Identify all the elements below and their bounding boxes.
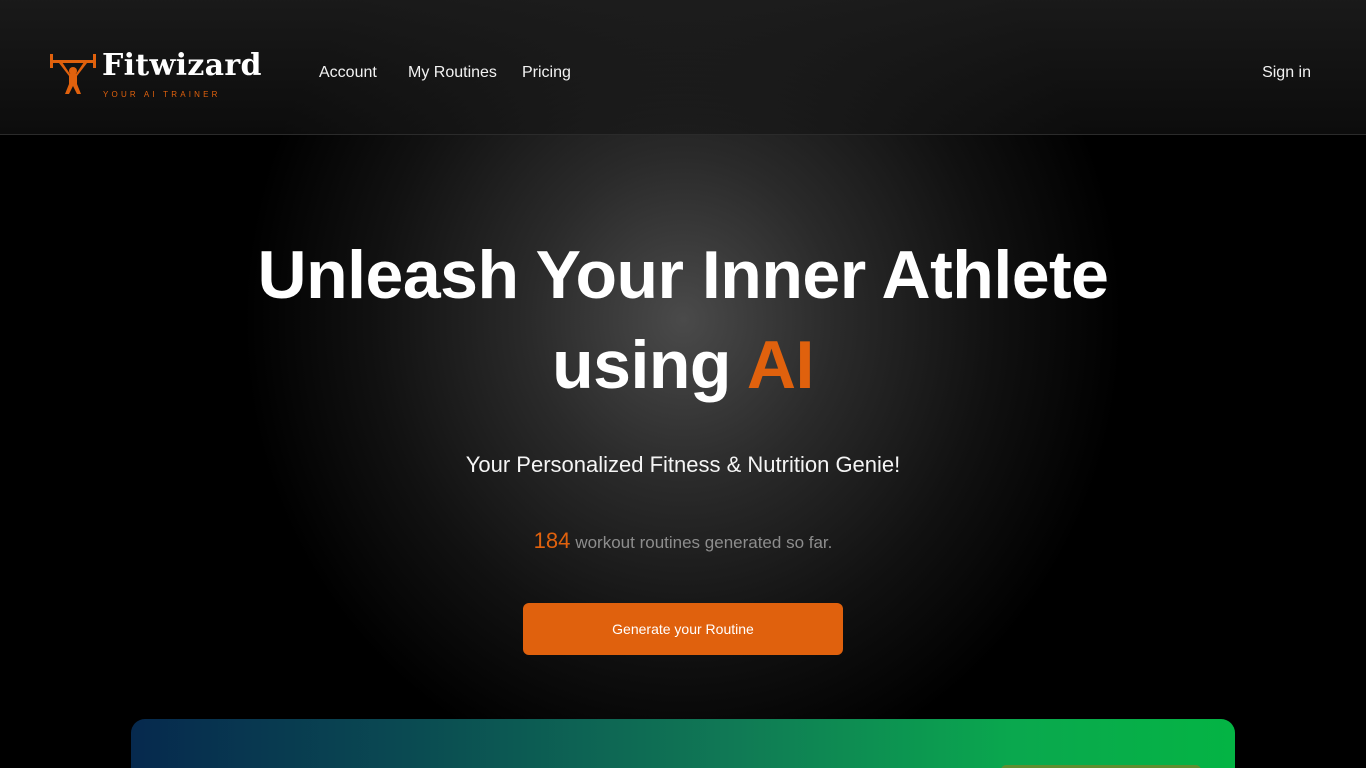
nav-pricing-link[interactable]: Pricing bbox=[522, 64, 571, 82]
sign-in-link[interactable]: Sign in bbox=[1262, 64, 1311, 82]
routines-count-text: workout routines generated so far. bbox=[575, 533, 833, 552]
brand-logo[interactable]: Fitwizard YOUR AI TRAINER bbox=[50, 48, 261, 102]
nav-account-link[interactable]: Account bbox=[319, 64, 377, 82]
hero-title-line1: Unleash Your Inner Athlete bbox=[257, 237, 1109, 313]
routines-count: 184 bbox=[533, 528, 571, 553]
hero-subtitle: Your Personalized Fitness & Nutrition Ge… bbox=[465, 452, 901, 477]
nav-my-routines-link[interactable]: My Routines bbox=[408, 64, 497, 82]
hero-title: Unleash Your Inner Athlete using AI bbox=[0, 230, 1366, 410]
generate-routine-button[interactable]: Generate your Routine bbox=[523, 603, 843, 655]
brand-tagline: YOUR AI TRAINER bbox=[103, 90, 221, 99]
hero-title-accent: AI bbox=[746, 327, 815, 403]
weightlifter-icon bbox=[50, 54, 96, 94]
brand-name: Fitwizard bbox=[102, 48, 262, 83]
feature-banner bbox=[131, 719, 1235, 768]
site-header: Fitwizard YOUR AI TRAINER Account My Rou… bbox=[0, 0, 1366, 135]
hero-title-line2-prefix: using bbox=[552, 327, 731, 403]
landing-page: Fitwizard YOUR AI TRAINER Account My Rou… bbox=[0, 0, 1366, 768]
routines-counter: 184 workout routines generated so far. bbox=[0, 528, 1366, 554]
